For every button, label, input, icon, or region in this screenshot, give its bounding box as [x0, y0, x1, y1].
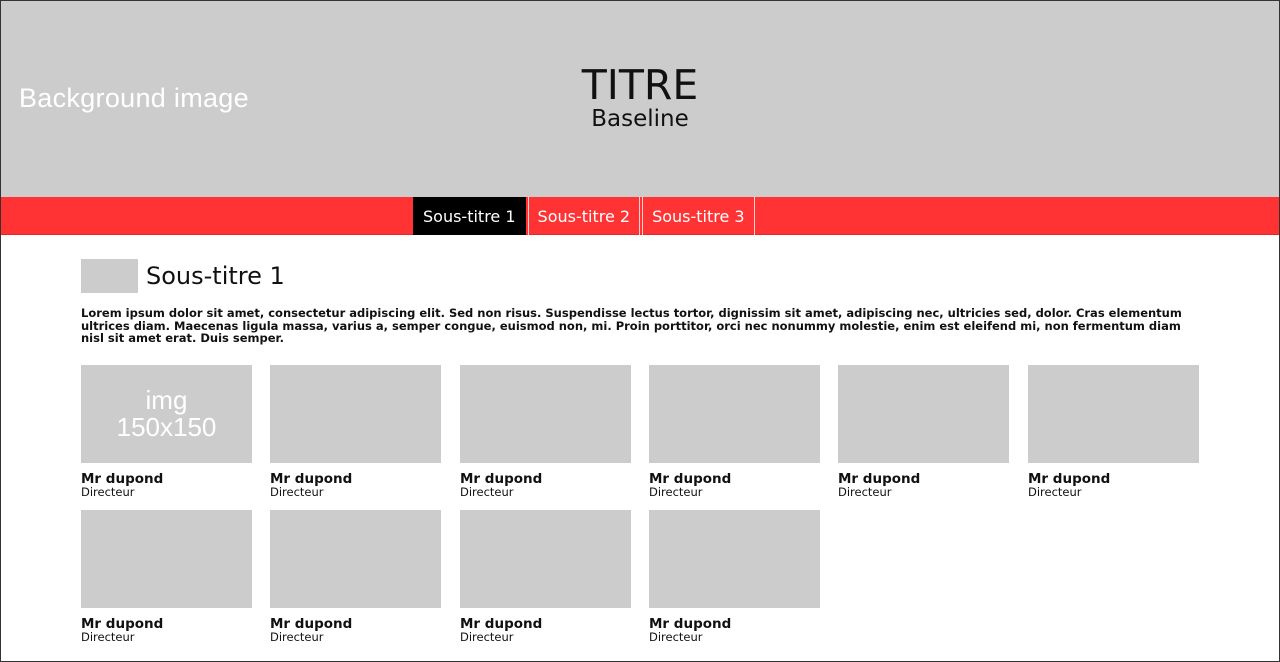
person-card[interactable]: Mr dupond Directeur: [270, 510, 441, 644]
person-photo: [838, 365, 1009, 463]
person-name: Mr dupond: [460, 471, 543, 487]
person-photo: img 150x150: [81, 365, 252, 463]
image-placeholder-label: img 150x150: [116, 385, 217, 442]
person-photo: [649, 510, 820, 608]
person-photo: [270, 365, 441, 463]
person-photo: [649, 365, 820, 463]
tab-sous-titre-3[interactable]: Sous-titre 3: [642, 197, 755, 235]
person-role: Directeur: [649, 630, 703, 644]
person-card[interactable]: Mr dupond Directeur: [838, 365, 1009, 499]
person-name: Mr dupond: [649, 471, 732, 487]
person-card[interactable]: Mr dupond Directeur: [460, 510, 631, 644]
person-photo: [81, 510, 252, 608]
person-card[interactable]: Mr dupond Directeur: [649, 365, 820, 499]
person-role: Directeur: [838, 485, 892, 499]
tab-sous-titre-1[interactable]: Sous-titre 1: [413, 197, 526, 235]
person-role: Directeur: [270, 485, 324, 499]
person-photo: [460, 365, 631, 463]
person-photo: [460, 510, 631, 608]
person-role: Directeur: [460, 630, 514, 644]
person-card[interactable]: Mr dupond Directeur: [460, 365, 631, 499]
person-card[interactable]: Mr dupond Directeur: [270, 365, 441, 499]
person-name: Mr dupond: [838, 471, 921, 487]
person-name: Mr dupond: [649, 616, 732, 632]
header-banner: Background image TITRE Baseline: [1, 1, 1279, 197]
section-title: Sous-titre 1: [146, 262, 285, 290]
tab-sous-titre-2[interactable]: Sous-titre 2: [527, 197, 641, 235]
person-photo: [270, 510, 441, 608]
person-card[interactable]: Mr dupond Directeur: [1028, 365, 1199, 499]
person-name: Mr dupond: [81, 616, 164, 632]
person-name: Mr dupond: [1028, 471, 1111, 487]
site-baseline: Baseline: [591, 106, 689, 132]
section-paragraph: Lorem ipsum dolor sit amet, consectetur …: [81, 306, 1182, 345]
person-role: Directeur: [81, 630, 135, 644]
person-card[interactable]: Mr dupond Directeur: [81, 510, 252, 644]
nav-tabs: Sous-titre 1 Sous-titre 2 Sous-titre 3: [413, 197, 757, 235]
person-photo: [1028, 365, 1199, 463]
person-card[interactable]: img 150x150 Mr dupond Directeur: [81, 365, 252, 499]
section-icon: [81, 259, 138, 293]
section-heading: Sous-titre 1: [81, 259, 285, 293]
person-card[interactable]: Mr dupond Directeur: [649, 510, 820, 644]
person-role: Directeur: [270, 630, 324, 644]
person-role: Directeur: [81, 485, 135, 499]
nav-bar: Sous-titre 1 Sous-titre 2 Sous-titre 3: [1, 197, 1279, 235]
person-name: Mr dupond: [270, 616, 353, 632]
person-name: Mr dupond: [270, 471, 353, 487]
person-role: Directeur: [1028, 485, 1082, 499]
person-name: Mr dupond: [460, 616, 543, 632]
person-name: Mr dupond: [81, 471, 164, 487]
person-role: Directeur: [460, 485, 514, 499]
person-role: Directeur: [649, 485, 703, 499]
